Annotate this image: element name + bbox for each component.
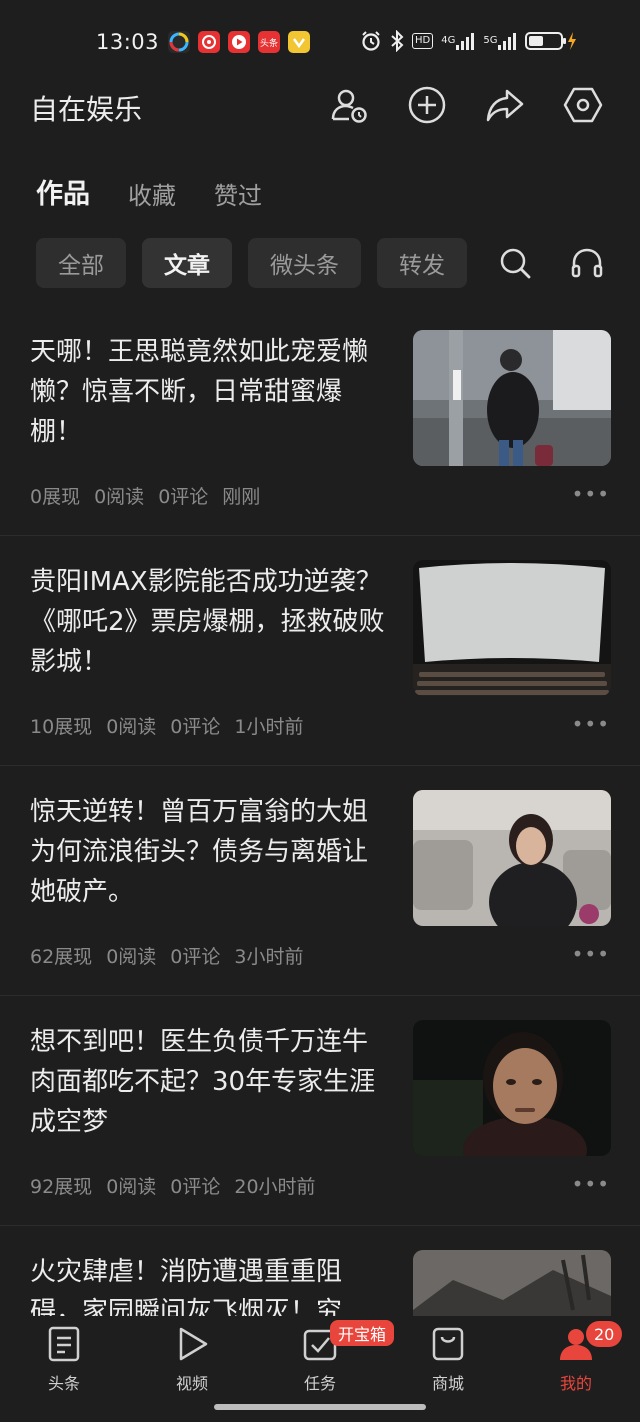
nav-label: 视频 [175, 1374, 208, 1393]
article-item[interactable]: 天哪！王思聪竟然如此宠爱懒懒？惊喜不断，日常甜蜜爆棚！ 0展现 0阅读 0评论 … [0, 306, 640, 536]
publish-time: 刚刚 [222, 486, 261, 508]
publish-time: 3小时前 [234, 946, 304, 968]
tab-works[interactable]: 作品 [36, 172, 90, 211]
comments-count: 0评论 [170, 1176, 221, 1198]
article-icon [44, 1324, 84, 1364]
treasure-box-badge[interactable]: 开宝箱 [330, 1320, 395, 1346]
nav-video[interactable]: 视频 [128, 1324, 256, 1394]
reads-count: 0阅读 [106, 716, 157, 738]
nav-label: 商城 [431, 1374, 464, 1393]
article-thumbnail[interactable] [413, 1250, 611, 1316]
system-status-icons: HD 4G 5G [360, 30, 577, 52]
article-thumbnail[interactable] [413, 330, 611, 466]
tab-favorites[interactable]: 收藏 [128, 176, 176, 211]
article-thumbnail[interactable] [413, 790, 611, 926]
article-stats: 62展现 0阅读 0评论 3小时前 [30, 942, 303, 969]
notification-count-badge: 20 [586, 1321, 623, 1347]
article-feed: 天哪！王思聪竟然如此宠爱懒懒？惊喜不断，日常甜蜜爆棚！ 0展现 0阅读 0评论 … [0, 306, 640, 1316]
bluetooth-icon [390, 30, 404, 52]
nav-label: 头条 [47, 1374, 80, 1393]
article-item[interactable]: 惊天逆转！曾百万富翁的大姐为何流浪街头？债务与离婚让她破产。 62展现 0阅读 … [0, 766, 640, 996]
notification-app-icons: 头条 [168, 31, 310, 53]
impressions-count: 62展现 [30, 946, 93, 968]
music-app-icon [198, 31, 220, 53]
publish-time: 20小时前 [234, 1176, 316, 1198]
more-options-icon[interactable]: ••• [572, 942, 610, 966]
search-icon[interactable] [492, 240, 538, 286]
hd-label: HD [412, 33, 434, 49]
article-item[interactable]: 贵阳IMAX影院能否成功逆袭？《哪吒2》票房爆棚，拯救破败影城！ 10展现 0阅… [0, 536, 640, 766]
article-title[interactable]: 想不到吧！医生负债千万连牛肉面都吃不起？30年专家生涯成空梦 [30, 1022, 390, 1142]
article-stats: 10展现 0阅读 0评论 1小时前 [30, 712, 303, 739]
add-circle-icon[interactable] [406, 84, 448, 126]
impressions-count: 10展现 [30, 716, 93, 738]
signal-5g-icon: 5G [483, 30, 517, 52]
alarm-icon [360, 30, 382, 52]
battery-icon [525, 30, 577, 52]
comments-count: 0评论 [170, 946, 221, 968]
more-options-icon[interactable]: ••• [572, 482, 610, 506]
play-icon [172, 1324, 212, 1364]
reads-count: 0阅读 [106, 1176, 157, 1198]
article-item[interactable]: 想不到吧！医生负债千万连牛肉面都吃不起？30年专家生涯成空梦 92展现 0阅读 … [0, 996, 640, 1226]
article-stats: 92展现 0阅读 0评论 20小时前 [30, 1172, 316, 1199]
impressions-count: 92展现 [30, 1176, 93, 1198]
profile-header: 自在娱乐 [0, 80, 640, 134]
chip-micro-posts[interactable]: 微头条 [248, 238, 361, 288]
shopping-bag-icon [428, 1324, 468, 1364]
reads-count: 0阅读 [94, 486, 145, 508]
article-stats: 0展现 0阅读 0评论 刚刚 [30, 482, 260, 509]
signal-4g-icon: 4G [441, 30, 475, 52]
chip-all[interactable]: 全部 [36, 238, 126, 288]
hd-icon: HD [412, 30, 434, 52]
settings-hexagon-icon[interactable] [562, 84, 604, 126]
article-title[interactable]: 天哪！王思聪竟然如此宠爱懒懒？惊喜不断，日常甜蜜爆棚！ [30, 332, 390, 452]
pinwheel-app-icon [168, 31, 190, 53]
article-title[interactable]: 火灾肆虐！消防遭遇重重阻碍，家园瞬间灰飞烟灭！究 [30, 1252, 390, 1316]
more-options-icon[interactable]: ••• [572, 1172, 610, 1196]
content-tabs: 作品 收藏 赞过 [36, 172, 262, 211]
nav-label: 任务 [303, 1374, 336, 1393]
status-time: 13:03 [96, 30, 160, 54]
net-5g-label: 5G [483, 35, 498, 46]
nav-label: 我的 [559, 1374, 592, 1393]
user-settings-icon[interactable] [328, 84, 370, 126]
share-icon[interactable] [484, 84, 526, 126]
page-title: 自在娱乐 [30, 93, 143, 126]
video-app-icon [228, 31, 250, 53]
home-indicator[interactable] [214, 1404, 426, 1410]
filter-chips: 全部 文章 微头条 转发 [36, 238, 486, 290]
nav-headlines[interactable]: 头条 [0, 1324, 128, 1394]
article-thumbnail[interactable] [413, 560, 611, 696]
chip-articles[interactable]: 文章 [142, 238, 232, 288]
status-bar: 13:03 头条 HD 4G 5G [0, 0, 640, 84]
toutiao-app-label: 头条 [259, 38, 278, 49]
tab-liked[interactable]: 赞过 [214, 176, 262, 211]
reads-count: 0阅读 [106, 946, 157, 968]
comments-count: 0评论 [158, 486, 209, 508]
article-title[interactable]: 惊天逆转！曾百万富翁的大姐为何流浪街头？债务与离婚让她破产。 [30, 792, 390, 912]
headphones-icon[interactable] [564, 240, 610, 286]
more-options-icon[interactable]: ••• [572, 712, 610, 736]
vip-app-icon [288, 31, 310, 53]
article-item[interactable]: 火灾肆虐！消防遭遇重重阻碍，家园瞬间灰飞烟灭！究 [0, 1226, 640, 1316]
nav-shop[interactable]: 商城 [384, 1324, 512, 1394]
chip-reposts[interactable]: 转发 [377, 238, 467, 288]
impressions-count: 0展现 [30, 486, 81, 508]
toutiao-app-icon: 头条 [258, 31, 280, 53]
publish-time: 1小时前 [234, 716, 304, 738]
comments-count: 0评论 [170, 716, 221, 738]
net-4g-label: 4G [441, 35, 456, 46]
article-title[interactable]: 贵阳IMAX影院能否成功逆袭？《哪吒2》票房爆棚，拯救破败影城！ [30, 562, 390, 682]
article-thumbnail[interactable] [413, 1020, 611, 1156]
